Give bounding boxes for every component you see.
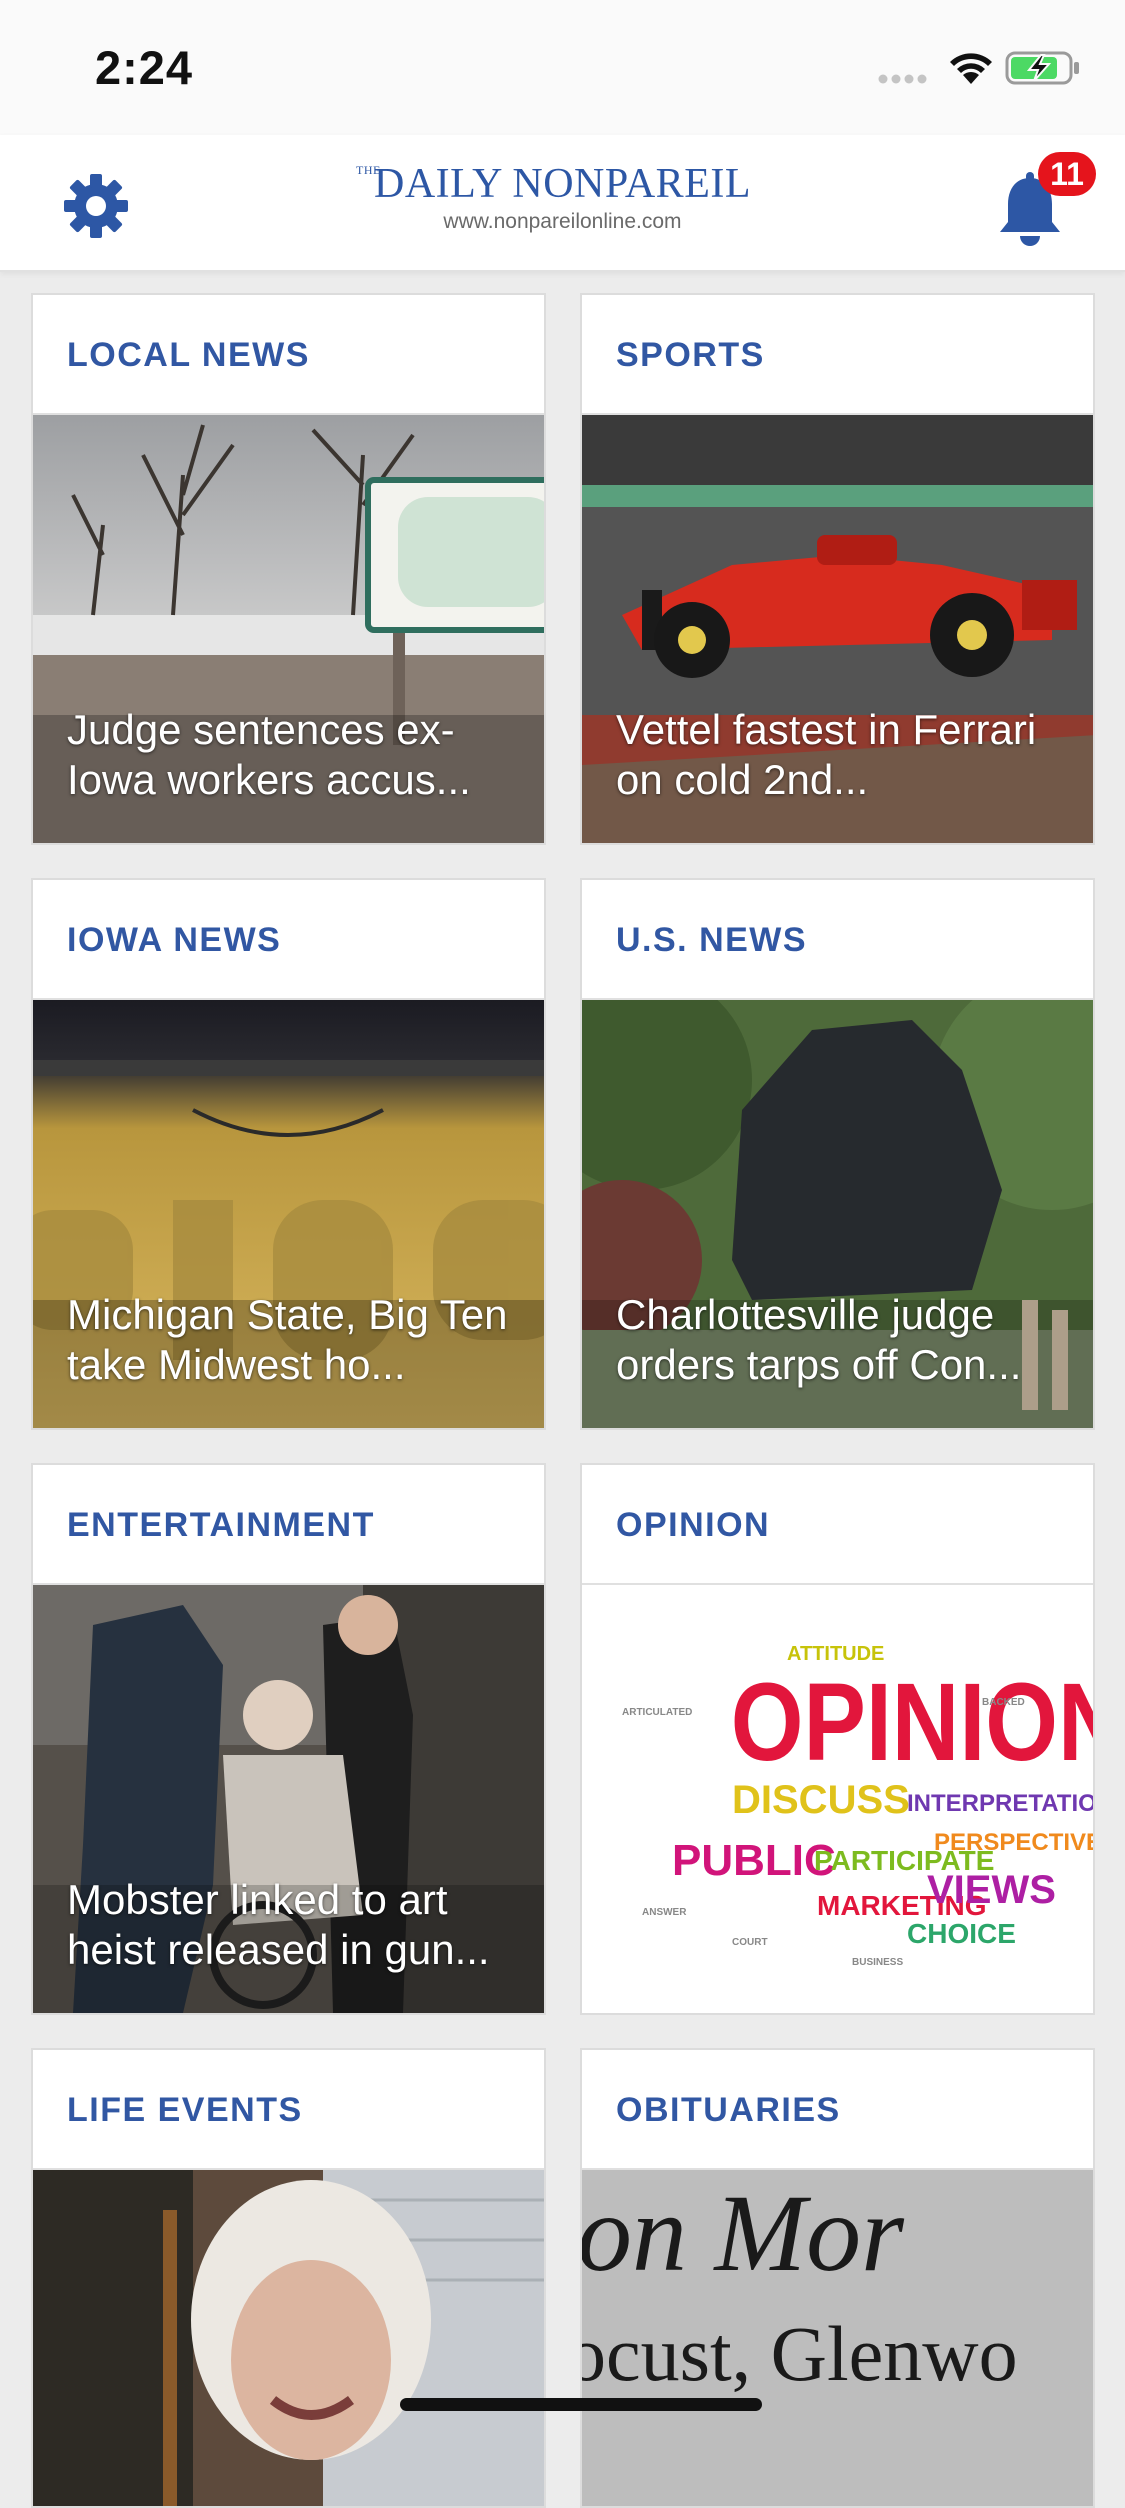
section-headline: Judge sentences ex-Iowa workers accus... — [67, 706, 471, 803]
section-card-iowa-news[interactable]: IOWA NEWS Michigan State, Big Ten take M… — [31, 878, 546, 1430]
section-image — [33, 2170, 544, 2506]
obituary-scan-text: on Mor — [582, 2172, 905, 2294]
section-headline: Mobster linked to art heist released in … — [67, 1876, 490, 1973]
section-card-life-events[interactable]: LIFE EVENTS — [31, 2048, 546, 2508]
section-headline: Vettel fastest in Ferrari on cold 2nd... — [616, 706, 1037, 803]
status-bar: 2:24 — [0, 0, 1125, 135]
word-cloud-word: VIEWS — [927, 1868, 1056, 1912]
section-image: ATTITUDE OPINION DISCUSS INTERPRETATION … — [582, 1585, 1093, 2013]
battery-charging-icon — [1005, 51, 1079, 85]
section-headline: Charlottesville judge orders tarps off C… — [616, 1291, 1022, 1388]
section-title: SPORTS — [582, 295, 1093, 415]
home-indicator[interactable] — [400, 2398, 762, 2411]
section-card-sports[interactable]: SPORTS Vettel fastest in Ferrari on cold… — [580, 293, 1095, 845]
wifi-icon — [950, 53, 992, 84]
word-cloud-word: PERSPECTIVE — [934, 1829, 1093, 1856]
notification-badge: 11 — [1038, 152, 1096, 196]
svg-text:COURT: COURT — [732, 1937, 768, 1948]
section-card-entertainment[interactable]: ENTERTAINMENT Mobster linked to art heis… — [31, 1463, 546, 2015]
section-title: U.S. NEWS — [582, 880, 1093, 1000]
section-title: IOWA NEWS — [33, 880, 544, 1000]
section-card-local-news[interactable]: LOCAL NEWS Judge sentences ex-Iowa worke… — [31, 293, 546, 845]
svg-text:ARTICULATED: ARTICULATED — [622, 1707, 692, 1718]
section-title: LIFE EVENTS — [33, 2050, 544, 2170]
section-image: Mobster linked to art heist released in … — [33, 1585, 544, 2013]
life-events-photo — [33, 2170, 544, 2506]
section-image: Judge sentences ex-Iowa workers accus... — [33, 415, 544, 843]
obituary-scan-text: ocust, Glenwo — [582, 2310, 1018, 2397]
word-cloud-word: OPINION — [731, 1661, 1093, 1784]
word-cloud-word: DISCUSS — [732, 1778, 910, 1822]
app-header: THE DAILY NONPAREIL www.nonpareilonline.… — [0, 135, 1125, 272]
brand-url: www.nonpareilonline.com — [443, 210, 682, 233]
brand-name: DAILY NONPAREIL — [373, 161, 751, 207]
brand-logo: THE DAILY NONPAREIL www.nonpareilonline.… — [0, 160, 1125, 234]
section-image: on Mor ocust, Glenwo — [582, 2170, 1093, 2506]
section-title: OBITUARIES — [582, 2050, 1093, 2170]
svg-text:ANSWER: ANSWER — [642, 1907, 687, 1918]
section-headline: Michigan State, Big Ten take Midwest ho.… — [67, 1291, 508, 1388]
section-card-opinion[interactable]: OPINION ATTITUDE OPINION DISCUSS INTERPR… — [580, 1463, 1095, 2015]
section-card-obituaries[interactable]: OBITUARIES on Mor ocust, Glenwo — [580, 2048, 1095, 2508]
word-cloud-word: PUBLIC — [672, 1836, 836, 1885]
section-title: OPINION — [582, 1465, 1093, 1585]
section-title: LOCAL NEWS — [33, 295, 544, 415]
section-image: Vettel fastest in Ferrari on cold 2nd... — [582, 415, 1093, 843]
section-title: ENTERTAINMENT — [33, 1465, 544, 1585]
opinion-word-cloud: ATTITUDE OPINION DISCUSS INTERPRETATION … — [622, 1643, 1093, 1968]
word-cloud-word: INTERPRETATION — [907, 1790, 1093, 1817]
brand-the: THE — [355, 163, 381, 177]
section-image: Charlottesville judge orders tarps off C… — [582, 1000, 1093, 1428]
status-time: 2:24 — [95, 41, 194, 94]
word-cloud-word: CHOICE — [907, 1918, 1016, 1949]
svg-text:BACKED: BACKED — [982, 1697, 1025, 1708]
section-image: Michigan State, Big Ten take Midwest ho.… — [33, 1000, 544, 1428]
obituaries-photo: on Mor ocust, Glenwo — [582, 2170, 1093, 2506]
cellular-signal-icon — [878, 74, 927, 84]
section-card-us-news[interactable]: U.S. NEWS Charlottesville judge orders t… — [580, 878, 1095, 1430]
svg-text:BUSINESS: BUSINESS — [852, 1957, 903, 1968]
